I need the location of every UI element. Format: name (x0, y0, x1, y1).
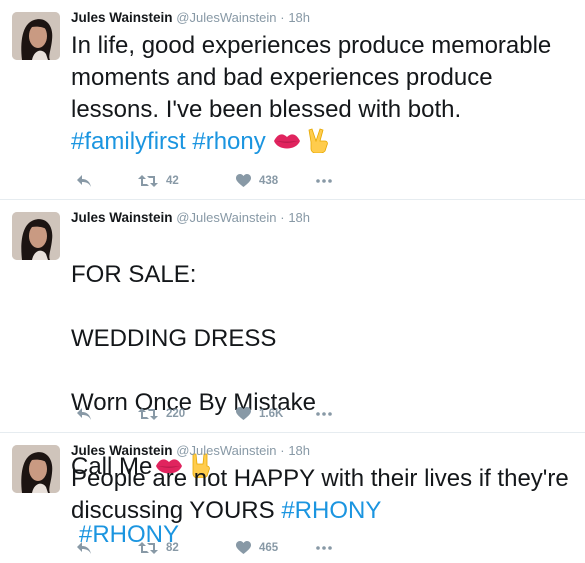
action-bar: 82 465 (76, 539, 376, 557)
timestamp[interactable]: 18h (288, 210, 310, 225)
tweet-text: In life, good experiences produce memora… (71, 30, 576, 162)
timeline: Jules Wainstein @JulesWainstein · 18h In… (0, 0, 585, 563)
reply-icon (77, 542, 91, 554)
retweet-count: 42 (166, 175, 179, 187)
reply-button[interactable] (76, 172, 92, 190)
like-count: 465 (259, 542, 279, 554)
author-name[interactable]: Jules Wainstein (71, 210, 173, 225)
victory-hand-icon (308, 127, 330, 162)
kiss-lips-icon (272, 130, 302, 162)
tweet-text: People are not HAPPY with their lives if… (71, 463, 576, 527)
heart-icon (236, 407, 251, 420)
retweet-button[interactable]: 82 (138, 539, 179, 557)
separator-dot: · (280, 443, 285, 458)
author-handle[interactable]: @JulesWainstein (176, 10, 276, 25)
avatar[interactable] (12, 12, 60, 60)
retweet-count: 82 (166, 542, 179, 554)
retweet-button[interactable]: 220 (138, 405, 185, 423)
tweet[interactable]: Jules Wainstein @JulesWainstein · 18h In… (0, 0, 585, 200)
action-bar: 220 1.6K (76, 405, 376, 423)
retweet-count: 220 (166, 408, 186, 420)
author-handle[interactable]: @JulesWainstein (176, 443, 276, 458)
more-dots-icon (316, 179, 332, 183)
like-count: 1.6K (259, 408, 284, 420)
separator-dot: · (280, 210, 285, 225)
like-count: 438 (259, 175, 279, 187)
like-button[interactable]: 438 (236, 172, 278, 190)
author-name[interactable]: Jules Wainstein (71, 443, 173, 458)
reply-icon (77, 408, 91, 420)
tweet-line: WEDDING DRESS (71, 325, 277, 352)
retweet-icon (138, 175, 158, 187)
timestamp[interactable]: 18h (288, 10, 310, 25)
hashtag-link[interactable]: #familyfirst (71, 128, 186, 155)
tweet[interactable]: Jules Wainstein @JulesWainstein · 18h FO… (0, 200, 585, 548)
heart-icon (236, 174, 251, 187)
more-button[interactable] (316, 539, 332, 557)
separator-dot: · (280, 10, 285, 25)
tweet[interactable]: Jules Wainstein @JulesWainstein · 18h Pe… (0, 433, 585, 563)
retweet-icon (138, 408, 158, 420)
reply-icon (77, 175, 91, 187)
timestamp[interactable]: 18h (288, 443, 310, 458)
tweet-line: FOR SALE: (71, 261, 197, 288)
more-dots-icon (316, 412, 332, 416)
tweet-header: Jules Wainstein @JulesWainstein · 18h (71, 9, 310, 27)
like-button[interactable]: 465 (236, 539, 278, 557)
reply-button[interactable] (76, 405, 92, 423)
avatar[interactable] (12, 445, 60, 493)
author-handle[interactable]: @JulesWainstein (176, 210, 276, 225)
retweet-icon (138, 542, 158, 554)
tweet-header: Jules Wainstein @JulesWainstein · 18h (71, 209, 310, 227)
hashtag-link[interactable]: #RHONY (281, 497, 381, 524)
action-bar: 42 438 (76, 172, 376, 190)
more-dots-icon (316, 546, 332, 550)
reply-button[interactable] (76, 539, 92, 557)
hashtag-link[interactable]: #rhony (192, 128, 265, 155)
retweet-button[interactable]: 42 (138, 172, 179, 190)
more-button[interactable] (316, 172, 332, 190)
more-button[interactable] (316, 405, 332, 423)
avatar[interactable] (12, 212, 60, 260)
heart-icon (236, 541, 251, 554)
like-button[interactable]: 1.6K (236, 405, 283, 423)
tweet-header: Jules Wainstein @JulesWainstein · 18h (71, 442, 310, 460)
author-name[interactable]: Jules Wainstein (71, 10, 173, 25)
tweet-body: In life, good experiences produce memora… (71, 32, 552, 123)
